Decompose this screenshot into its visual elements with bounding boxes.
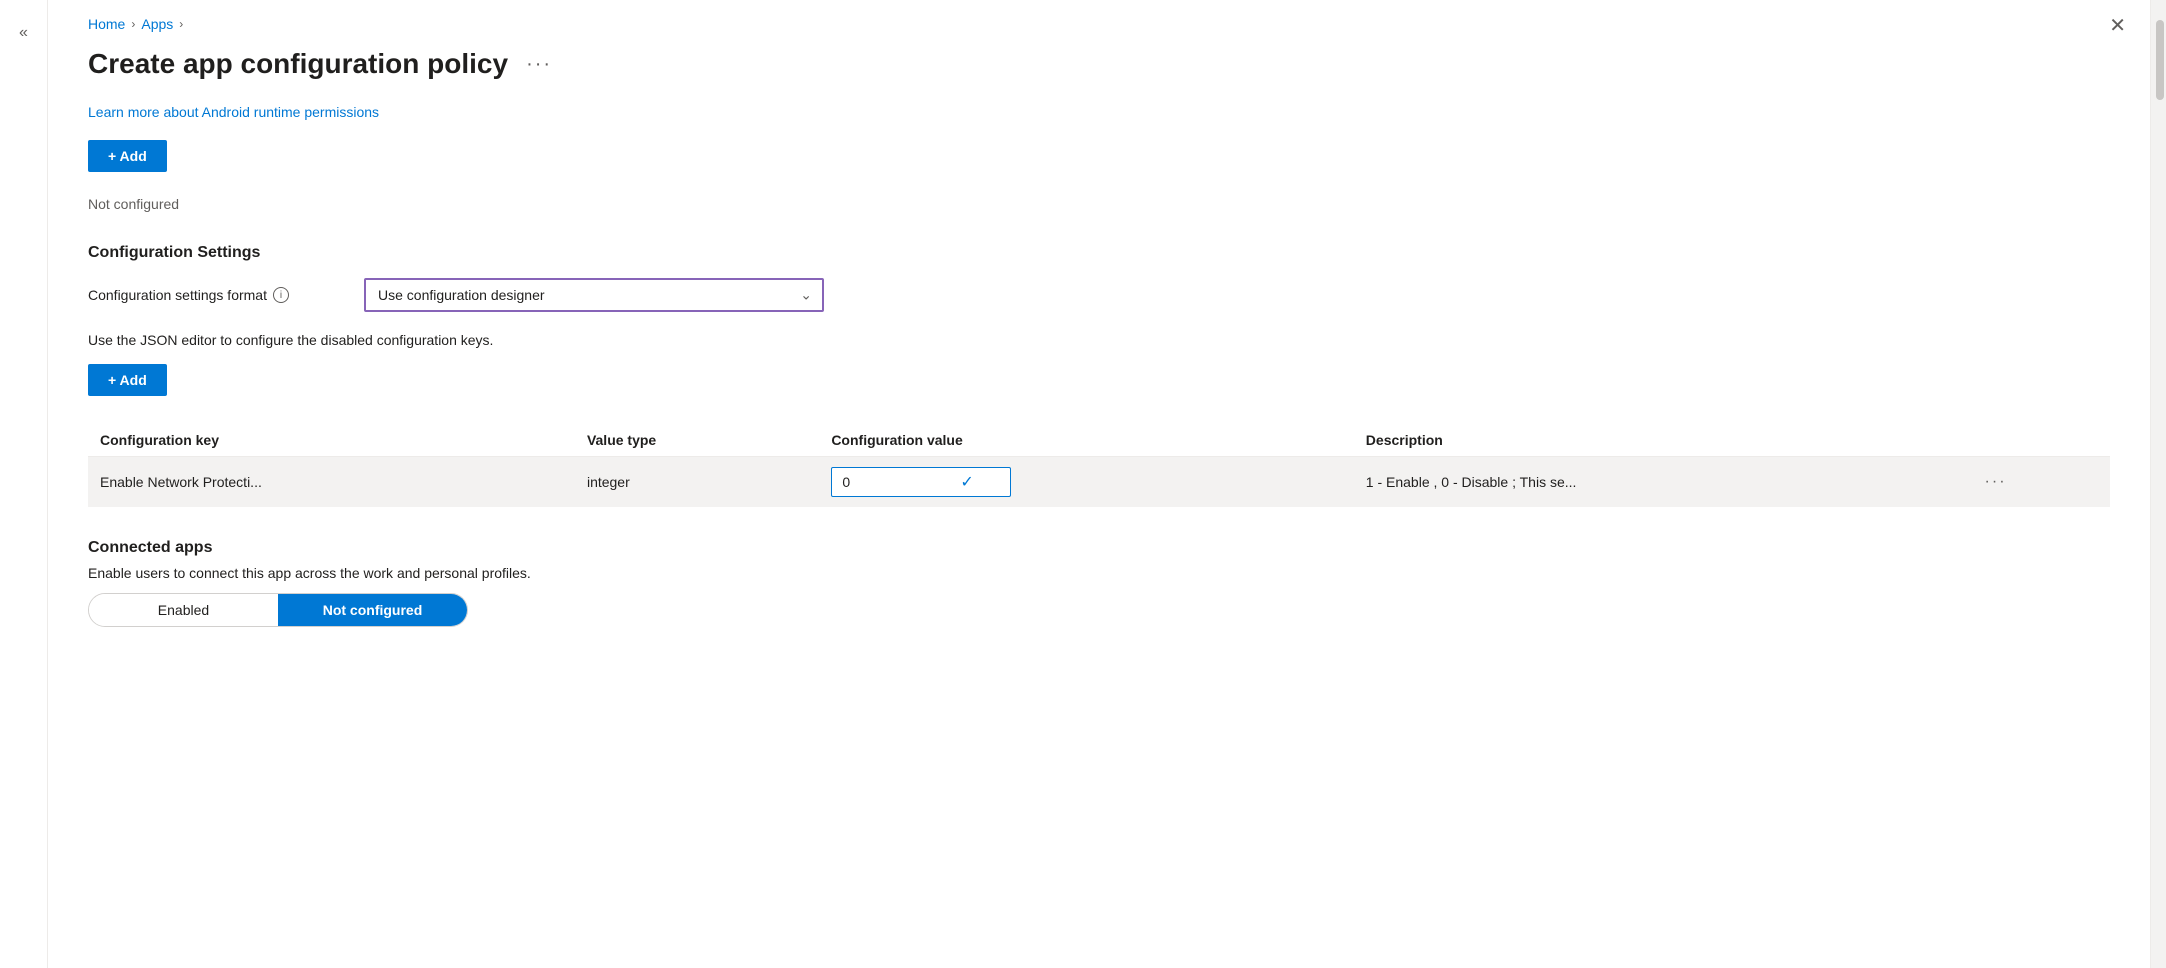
toggle-not-configured-button[interactable]: Not configured	[278, 594, 467, 626]
format-info-icon[interactable]: i	[273, 287, 289, 303]
page-title-row: Create app configuration policy ···	[88, 48, 2110, 80]
configuration-format-row: Configuration settings format i Use conf…	[88, 278, 2110, 312]
config-value-input-wrapper: ✓	[831, 467, 1011, 497]
connected-apps-title: Connected apps	[88, 539, 2110, 557]
learn-more-link[interactable]: Learn more about Android runtime permiss…	[88, 104, 379, 120]
config-settings-add-button[interactable]: + Add	[88, 364, 167, 396]
close-icon: ✕	[2109, 15, 2126, 37]
config-table: Configuration key Value type Configurati…	[88, 424, 2110, 507]
close-button[interactable]: ✕	[2109, 16, 2126, 36]
json-editor-note: Use the JSON editor to configure the dis…	[88, 332, 2110, 348]
row-more-button[interactable]: ···	[1981, 471, 2011, 492]
col-header-value: Configuration value	[819, 424, 1353, 457]
configuration-format-select-wrapper: Use configuration designer Enter JSON da…	[364, 278, 824, 312]
sidebar-collapse-button[interactable]: «	[11, 16, 36, 50]
scrollbar-thumb[interactable]	[2156, 20, 2164, 100]
breadcrumb: Home › Apps ›	[88, 16, 2110, 32]
configuration-format-label: Configuration settings format i	[88, 287, 348, 303]
not-configured-label: Not configured	[88, 196, 2110, 212]
page-title: Create app configuration policy	[88, 48, 508, 80]
sidebar-collapse-panel: «	[0, 0, 48, 968]
col-header-type: Value type	[575, 424, 819, 457]
configuration-format-select[interactable]: Use configuration designer Enter JSON da…	[366, 280, 822, 310]
input-check-icon: ✓	[960, 472, 973, 492]
row-value-type: integer	[575, 457, 819, 508]
config-value-input[interactable]	[836, 470, 956, 494]
page-title-more-button[interactable]: ···	[520, 51, 558, 78]
col-header-key: Configuration key	[88, 424, 575, 457]
main-content-panel: ✕ Home › Apps › Create app configuration…	[48, 0, 2150, 968]
config-table-section: Configuration key Value type Configurati…	[88, 424, 2110, 507]
row-more-actions: ···	[1969, 457, 2110, 508]
configuration-settings-title: Configuration Settings	[88, 244, 2110, 262]
configuration-settings-section: Configuration Settings Configuration set…	[88, 244, 2110, 507]
scrollbar-area	[2150, 0, 2166, 968]
row-config-value-cell: ✓	[819, 457, 1353, 508]
breadcrumb-separator-1: ›	[131, 17, 135, 31]
breadcrumb-home[interactable]: Home	[88, 16, 125, 32]
row-config-key: Enable Network Protecti...	[88, 457, 575, 508]
permissions-add-button[interactable]: + Add	[88, 140, 167, 172]
row-description: 1 - Enable , 0 - Disable ; This se...	[1354, 457, 1969, 508]
toggle-enabled-button[interactable]: Enabled	[89, 594, 278, 626]
connected-apps-description: Enable users to connect this app across …	[88, 565, 2110, 581]
connected-apps-section: Connected apps Enable users to connect t…	[88, 539, 2110, 627]
format-label-text: Configuration settings format	[88, 287, 267, 303]
connected-apps-toggle-group: Enabled Not configured	[88, 593, 468, 627]
breadcrumb-separator-2: ›	[179, 17, 183, 31]
breadcrumb-apps[interactable]: Apps	[141, 16, 173, 32]
config-table-header-row: Configuration key Value type Configurati…	[88, 424, 2110, 457]
col-header-actions	[1969, 424, 2110, 457]
col-header-desc: Description	[1354, 424, 1969, 457]
table-row: Enable Network Protecti... integer ✓ 1 -…	[88, 457, 2110, 508]
